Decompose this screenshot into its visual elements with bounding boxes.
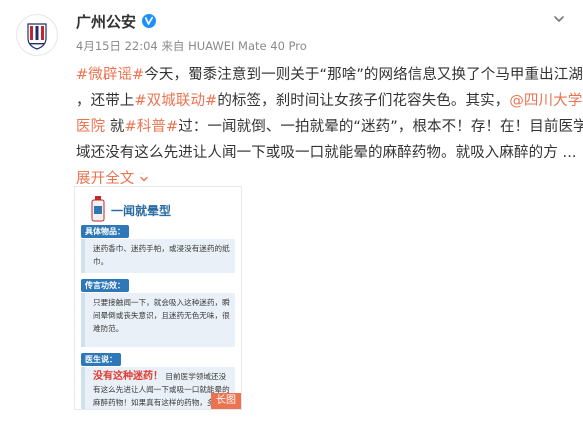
verified-badge-icon xyxy=(142,14,157,28)
content-text: 就 xyxy=(105,119,125,135)
source-device: HUAWEI Mate 40 Pro xyxy=(188,39,307,53)
police-emblem-icon xyxy=(27,23,47,50)
medicine-bottle-icon xyxy=(91,196,105,222)
section-label-items: 具体物品： xyxy=(81,225,129,238)
author-row: 广州公安 xyxy=(76,10,157,32)
content-text: 的标签，刹时间让女孩子们花容失色。其实， xyxy=(217,93,510,109)
section-text-claimed-effect: 只要接触闻一下，就会吸入这种迷药，瞬间晕倒或丧失意识，且迷药无色无味，很难防范。 xyxy=(93,298,230,333)
section-label-doctor-says: 医生说： xyxy=(81,353,121,366)
source-prefix: 来自 xyxy=(161,39,185,53)
content-text: 今天，蜀黍注意到一则关于“那啥”的网络信息又换了个马甲重出江湖 xyxy=(144,67,583,83)
doctor-claim: 没有这种迷药！ xyxy=(93,371,163,382)
post-meta: 4月15日 22:04 来自 HUAWEI Mate 40 Pro xyxy=(76,38,307,54)
section-box-claimed-effect: 只要接触闻一下，就会吸入这种迷药，瞬间晕倒或丧失意识，且迷药无色无味，很难防范。 xyxy=(81,293,235,347)
mention-link[interactable]: @四川大学华西 xyxy=(509,93,583,109)
hashtag-link[interactable]: #科普# xyxy=(125,119,179,135)
content-line-4: 域还没有这么先进让人闻一下或吸一口就能晕的麻醉药物。就吸入麻醉的方 ... xyxy=(76,140,577,166)
expand-full-text-link[interactable]: 展开全文 xyxy=(76,171,134,187)
content-text: 域还没有这么先进让人闻一下或吸一口就能晕的麻醉药物。就吸入麻醉的方 ... xyxy=(76,145,577,161)
author-name[interactable]: 广州公安 xyxy=(76,11,136,32)
author-avatar[interactable] xyxy=(16,14,58,56)
content-text: ，还带上 xyxy=(76,93,135,109)
content-text: 过：一闻就倒、一拍就晕的“迷药”，根本不！存！在！目前医学领 xyxy=(178,119,583,135)
more-menu-chevron-icon[interactable] xyxy=(552,12,566,26)
section-text-items: 迷药香巾、迷药手帕，或浸没有迷药的纸巾。 xyxy=(93,244,230,266)
card-header: 一闻就晕型 xyxy=(83,193,233,227)
section-box-items: 迷药香巾、迷药手帕，或浸没有迷药的纸巾。 xyxy=(81,239,235,273)
mention-link[interactable]: 医院 xyxy=(76,119,105,135)
section-label-claimed-effect: 传言功效： xyxy=(81,279,129,292)
card-title: 一闻就晕型 xyxy=(111,204,172,218)
content-line-3: 医院 就#科普#过：一闻就倒、一拍就晕的“迷药”，根本不！存！在！目前医学领 xyxy=(76,114,583,140)
attached-long-image[interactable]: 一闻就晕型 具体物品： 迷药香巾、迷药手帕，或浸没有迷药的纸巾。 传言功效： 只… xyxy=(74,186,242,410)
long-image-badge: 长图 xyxy=(211,393,241,409)
post-date[interactable]: 4月15日 22:04 xyxy=(76,39,158,53)
hashtag-link[interactable]: #微辟谣# xyxy=(76,67,144,83)
content-line-2: ，还带上#双城联动#的标签，刹时间让女孩子们花容失色。其实，@四川大学华西 xyxy=(76,88,583,114)
chevron-down-icon[interactable] xyxy=(139,174,149,184)
content-line-1: #微辟谣#今天，蜀黍注意到一则关于“那啥”的网络信息又换了个马甲重出江湖 xyxy=(76,62,583,88)
hashtag-link[interactable]: #双城联动# xyxy=(134,93,217,109)
post-content: #微辟谣#今天，蜀黍注意到一则关于“那啥”的网络信息又换了个马甲重出江湖 ，还带… xyxy=(76,62,583,192)
